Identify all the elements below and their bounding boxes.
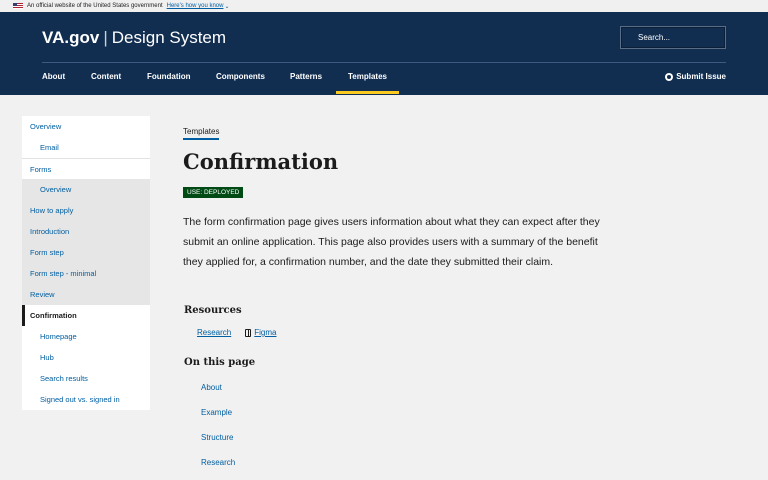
nav-item-foundation[interactable]: Foundation	[147, 72, 216, 81]
chevron-down-icon[interactable]: ⌄	[224, 3, 229, 10]
sidebar-item-homepage[interactable]: Homepage	[22, 326, 150, 347]
github-icon	[665, 72, 674, 81]
sidebar-item-how-to-apply[interactable]: How to apply	[22, 200, 150, 221]
sidebar-item-overview[interactable]: Overview	[22, 116, 150, 137]
sidebar-item-form-step[interactable]: Form step	[22, 242, 150, 263]
nav-item-content[interactable]: Content	[91, 72, 147, 81]
nav-item-patterns[interactable]: Patterns	[290, 72, 348, 81]
page-description: The form confirmation page gives users i…	[183, 216, 600, 268]
nav-item-about[interactable]: About	[42, 72, 91, 81]
resources-heading: Resources	[184, 305, 242, 316]
us-flag-icon	[13, 3, 23, 9]
sidebar-item-hub[interactable]: Hub	[22, 347, 150, 368]
on-this-page-list: About Example Structure Research	[201, 378, 235, 478]
gov-banner-text: An official website of the United States…	[27, 3, 163, 9]
submit-issue-label: Submit Issue	[676, 72, 726, 81]
site-header: VA.gov | Design System Search... About Con…	[0, 12, 768, 95]
on-this-page-about[interactable]: About	[201, 378, 235, 403]
site-logo[interactable]: VA.gov | Design System	[42, 28, 226, 48]
on-this-page-example[interactable]: Example	[201, 403, 235, 428]
sidebar-item-search-results[interactable]: Search results	[22, 368, 150, 389]
sidebar-item-introduction[interactable]: Introduction	[22, 221, 150, 242]
figma-link[interactable]: Figma	[254, 328, 276, 337]
sidebar-item-form-step-minimal[interactable]: Form step - minimal	[22, 263, 150, 284]
on-this-page-heading: On this page	[184, 357, 256, 368]
heres-how-you-know-link[interactable]: Here's how you know	[167, 3, 224, 9]
search-input[interactable]: Search...	[620, 26, 726, 49]
figma-icon	[245, 328, 252, 337]
logo-main[interactable]: VA.gov	[42, 28, 99, 47]
nav-item-templates[interactable]: Templates	[336, 72, 399, 94]
nav-item-components[interactable]: Components	[216, 72, 290, 81]
logo-sub[interactable]: Design System	[112, 28, 226, 47]
breadcrumb[interactable]: Templates	[183, 127, 220, 140]
sidebar-item-email[interactable]: Email	[22, 137, 150, 158]
page-title: Confirmation	[183, 149, 339, 174]
logo-separator: |	[103, 28, 108, 47]
sidebar-item-forms-overview[interactable]: Overview	[22, 179, 150, 200]
sidebar-item-review[interactable]: Review	[22, 284, 150, 305]
sidebar-nav: Overview Email Forms Overview How to app…	[22, 116, 150, 410]
status-badge: USE: DEPLOYED	[183, 187, 244, 198]
on-this-page-structure[interactable]: Structure	[201, 428, 235, 453]
resources-links: Research Figma	[197, 328, 276, 337]
on-this-page-research[interactable]: Research	[201, 453, 235, 478]
sidebar-item-forms[interactable]: Forms	[22, 158, 150, 179]
research-link[interactable]: Research	[197, 328, 231, 337]
sidebar-item-confirmation[interactable]: Confirmation	[22, 305, 150, 326]
sidebar-item-signed-out-vs-signed-in[interactable]: Signed out vs. signed in	[22, 389, 150, 410]
gov-banner: An official website of the United States…	[0, 0, 768, 12]
header-divider	[42, 62, 726, 63]
main-nav: About Content Foundation Components Patt…	[42, 72, 399, 94]
submit-issue-button[interactable]: Submit Issue	[665, 72, 726, 81]
